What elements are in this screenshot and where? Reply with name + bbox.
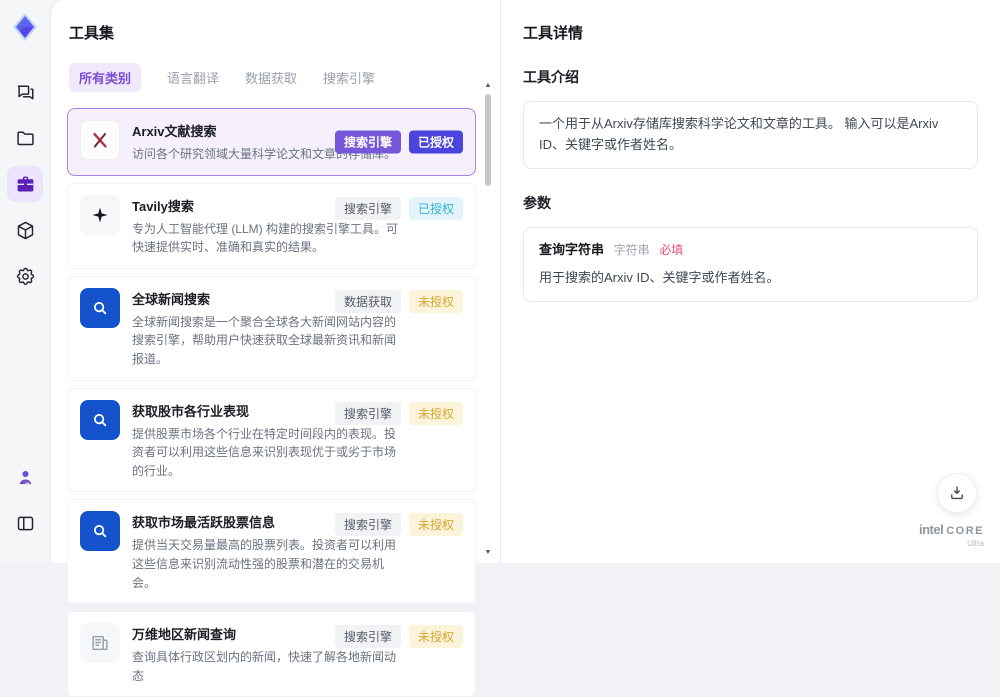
auth-badge: 已授权 (408, 196, 463, 220)
param-box: 查询字符串 字符串 必填 用于搜索的Arxiv ID、关键字或作者姓名。 (523, 226, 978, 303)
stock-search-icon (80, 511, 120, 552)
auth-badge: 未授权 (408, 289, 463, 313)
gear-icon[interactable] (7, 258, 43, 294)
cube-icon[interactable] (7, 212, 43, 248)
tool-card-arxiv[interactable]: Arxiv文献搜索 访问各个研究领域大量科学论文和文章的存储库。 搜索引擎 已授… (67, 108, 476, 176)
intro-box: 一个用于从Arxiv存储库搜索科学论文和文章的工具。 输入可以是Arxiv ID… (523, 101, 978, 169)
param-name: 查询字符串 (539, 241, 605, 257)
tool-card-regional-news[interactable]: 万维地区新闻查询 查询具体行政区划内的新闻，快速了解各地新闻动态 搜索引擎 未授… (67, 611, 476, 697)
tab-data-fetch[interactable]: 数据获取 (245, 68, 297, 87)
param-desc: 用于搜索的Arxiv ID、关键字或作者姓名。 (539, 270, 780, 286)
list-scrollbar[interactable]: ▲ ▼ (483, 82, 493, 557)
download-button[interactable] (937, 473, 977, 513)
download-icon (951, 486, 963, 500)
user-icon[interactable] (7, 459, 43, 495)
tab-all-categories[interactable]: 所有类别 (69, 63, 142, 92)
intro-text: 一个用于从Arxiv存储库搜索科学论文和文章的工具。 输入可以是Arxiv ID… (539, 116, 939, 152)
app-window: 工具集 所有类别 语言翻译 数据获取 搜索引擎 Arxiv文献搜索 访问各个研究… (0, 0, 1000, 697)
details-title: 工具详情 (523, 25, 584, 42)
chat-icon[interactable] (7, 74, 43, 110)
category-badge: 搜索引擎 (334, 196, 401, 220)
news-search-icon (80, 287, 120, 328)
arxiv-icon (80, 120, 120, 160)
tab-language-translation[interactable]: 语言翻译 (167, 68, 219, 87)
tool-desc: 提供股票市场各个行业在特定时间段内的表现。投资者可以利用这些信息来识别表现优于或… (132, 426, 397, 478)
stock-search-icon (80, 399, 120, 440)
category-badge: 数据获取 (334, 289, 401, 313)
auth-badge: 未授权 (408, 513, 463, 537)
app-logo (8, 10, 42, 44)
auth-badge: 未授权 (408, 625, 463, 649)
newspaper-icon (80, 623, 120, 664)
category-badge: 搜索引擎 (334, 130, 401, 154)
panel-layout-icon[interactable] (7, 505, 43, 541)
scrollbar-thumb[interactable] (485, 94, 491, 186)
tool-card-tavily[interactable]: Tavily搜索 专为人工智能代理 (LLM) 构建的搜索引擎工具。可快速提供实… (67, 182, 476, 269)
main-surface: 工具集 所有类别 语言翻译 数据获取 搜索引擎 Arxiv文献搜索 访问各个研究… (50, 0, 1000, 697)
tool-desc: 专为人工智能代理 (LLM) 构建的搜索引擎工具。可快速提供实时、准确和真实的结… (132, 221, 399, 255)
tool-card-global-news[interactable]: 全球新闻搜索 全球新闻搜索是一个聚合全球各大新闻网站内容的搜索引擎，帮助用户快速… (67, 275, 476, 381)
param-required-badge: 必填 (659, 242, 684, 257)
tool-desc: 查询具体行政区划内的新闻，快速了解各地新闻动态 (132, 650, 397, 683)
tool-list: Arxiv文献搜索 访问各个研究领域大量科学论文和文章的存储库。 搜索引擎 已授… (67, 108, 476, 697)
category-badge: 搜索引擎 (334, 401, 401, 425)
folder-icon[interactable] (7, 120, 43, 156)
category-tabs: 所有类别 语言翻译 数据获取 搜索引擎 (69, 63, 476, 92)
intro-heading: 工具介绍 (523, 69, 579, 85)
category-badge: 搜索引擎 (334, 625, 401, 649)
params-heading: 参数 (523, 194, 551, 211)
sidebar-rail (0, 0, 50, 563)
toolset-panel: 工具集 所有类别 语言翻译 数据获取 搜索引擎 Arxiv文献搜索 访问各个研究… (51, 0, 501, 697)
scroll-up-icon[interactable]: ▲ (483, 82, 493, 90)
tool-details-panel: 工具详情 工具介绍 一个用于从Arxiv存储库搜索科学论文和文章的工具。 输入可… (501, 0, 1000, 563)
param-type: 字符串 (613, 242, 650, 257)
intel-core-logo: intel CORE Ultra (918, 521, 984, 549)
auth-badge: 未授权 (408, 401, 463, 425)
scroll-down-icon[interactable]: ▼ (483, 549, 493, 557)
tool-desc: 全球新闻搜索是一个聚合全球各大新闻网站内容的搜索引擎，帮助用户快速获取全球最新资… (132, 314, 397, 366)
tool-desc: 提供当天交易量最高的股票列表。投资者可以利用这些信息来识别流动性强的股票和潜在的… (132, 538, 397, 590)
auth-badge: 已授权 (408, 130, 463, 154)
sparkle-icon (80, 194, 120, 235)
tab-search-engine[interactable]: 搜索引擎 (323, 68, 375, 87)
tool-card-active-stocks[interactable]: 获取市场最活跃股票信息 提供当天交易量最高的股票列表。投资者可以利用这些信息来识… (67, 499, 476, 605)
briefcase-icon[interactable] (7, 166, 43, 202)
category-badge: 搜索引擎 (334, 513, 401, 537)
tool-card-stock-sectors[interactable]: 获取股市各行业表现 提供股票市场各个行业在特定时间段内的表现。投资者可以利用这些… (67, 387, 476, 493)
page-title: 工具集 (69, 25, 115, 42)
